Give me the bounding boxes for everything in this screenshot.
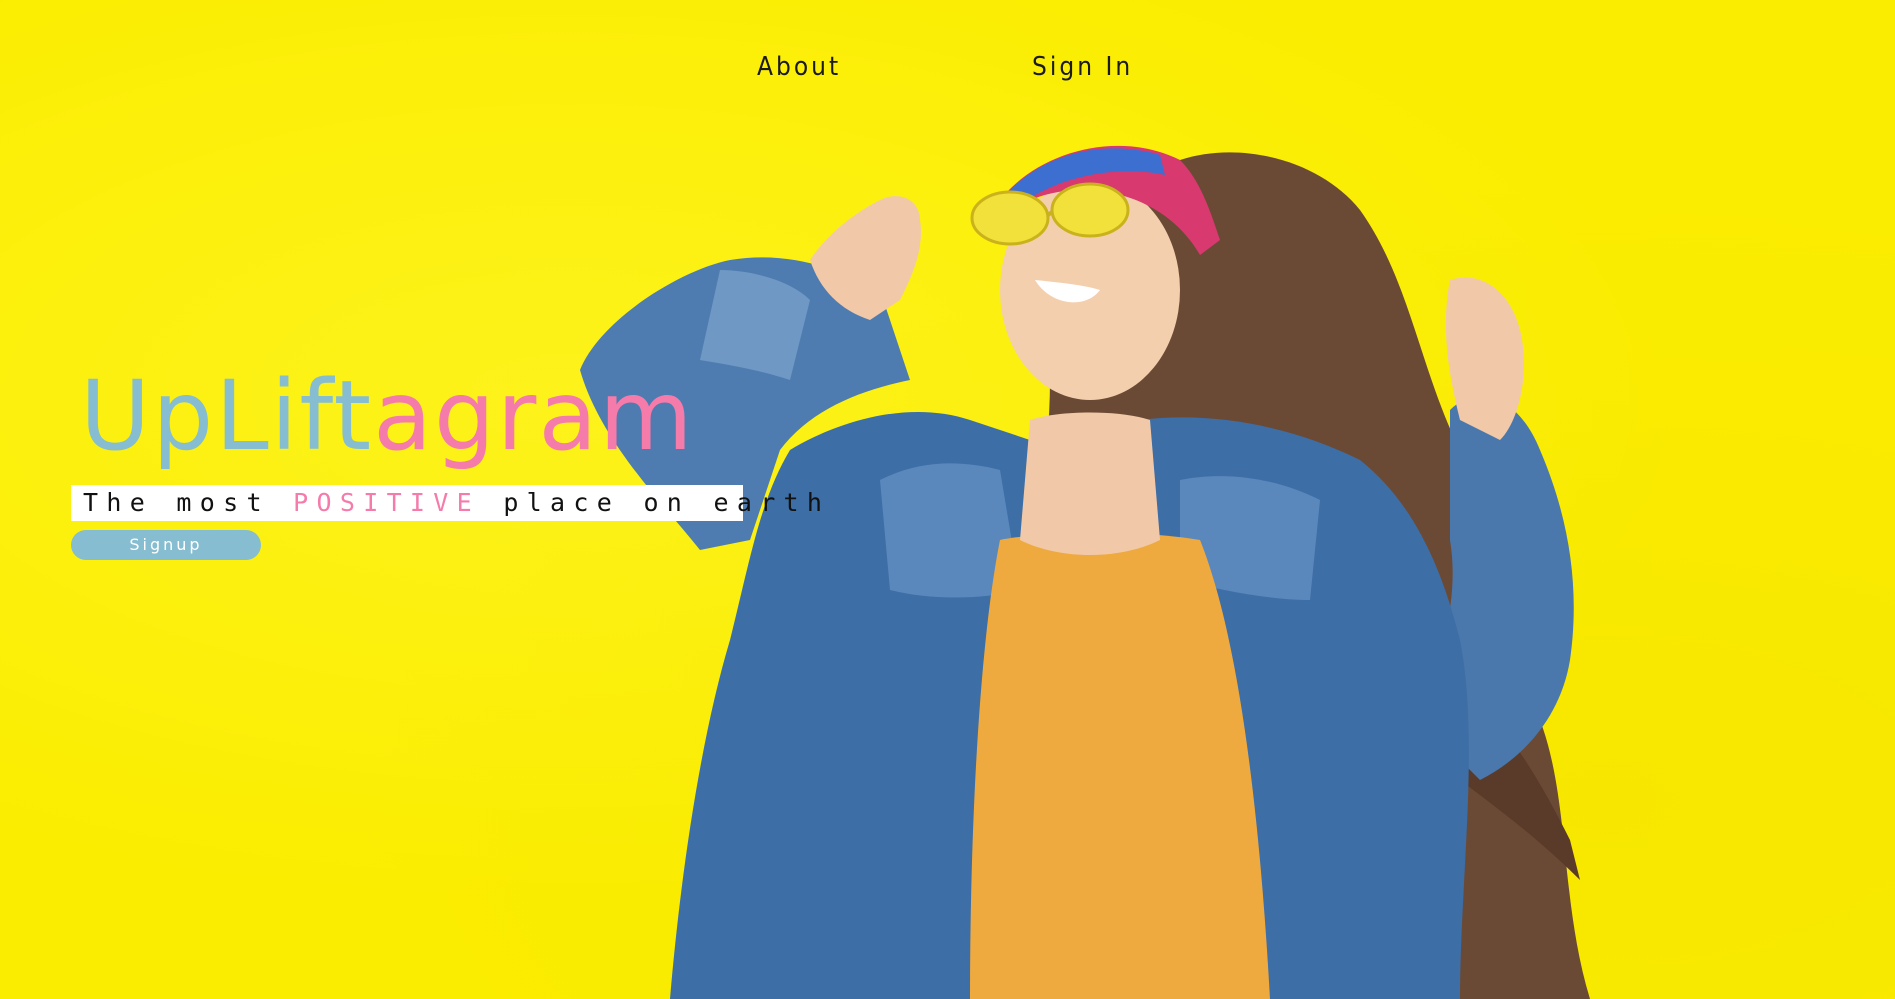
- brand-part-uplift: UpLift: [80, 360, 374, 472]
- nav-about-link[interactable]: About: [757, 52, 841, 82]
- tagline-highlight: POSITIVE: [293, 488, 480, 517]
- tagline-before: The most: [83, 488, 294, 517]
- tagline-after: place on earth: [479, 488, 831, 517]
- tagline: The most POSITIVE place on earth: [71, 485, 822, 521]
- top-navigation: About Sign In: [0, 52, 1895, 92]
- hero-photo: [580, 145, 1590, 999]
- brand-part-agram: agram: [373, 360, 695, 472]
- brand-logo: UpLiftagram: [80, 368, 695, 464]
- signup-button[interactable]: Signup: [71, 530, 261, 560]
- nav-sign-in-link[interactable]: Sign In: [1032, 52, 1133, 82]
